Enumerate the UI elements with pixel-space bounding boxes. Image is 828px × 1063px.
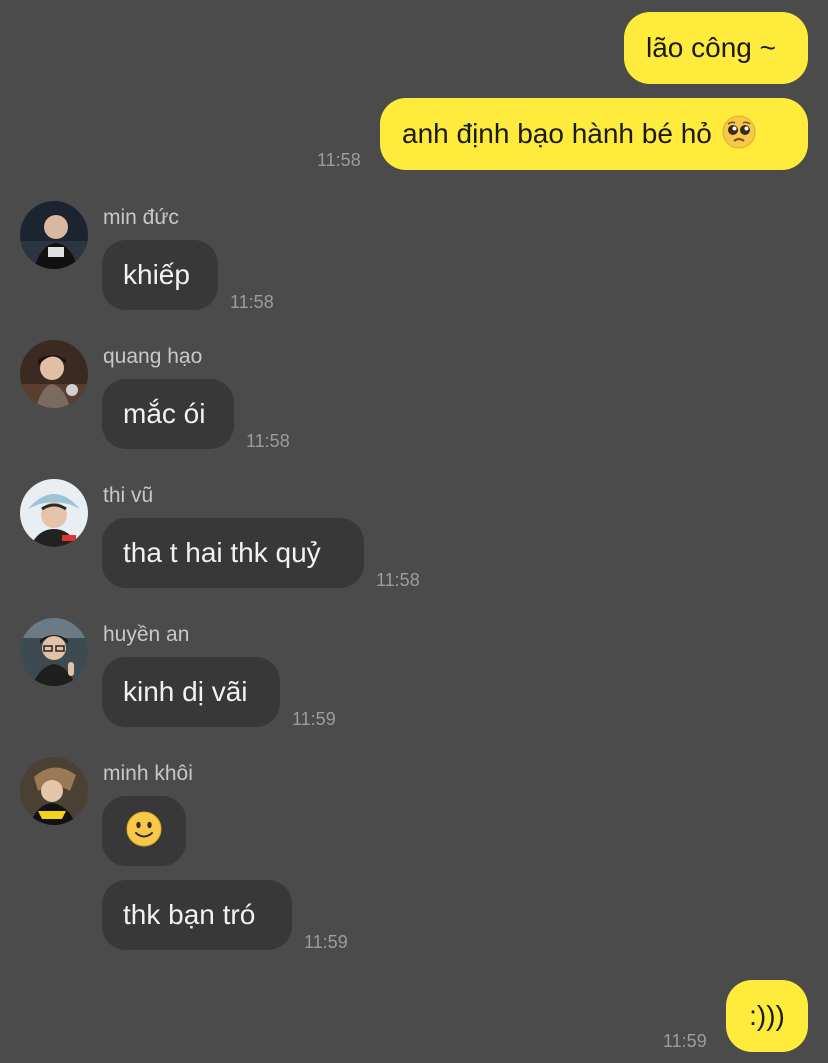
timestamp: 11:58 bbox=[230, 292, 274, 312]
message-text: lão công ~ bbox=[646, 32, 776, 63]
timestamp: 11:59 bbox=[292, 709, 336, 729]
incoming-message[interactable] bbox=[102, 796, 186, 866]
message-text: :))) bbox=[749, 1000, 785, 1031]
outgoing-message[interactable]: anh định bạo hành bé hỏ bbox=[380, 98, 808, 170]
message-text: thk bạn tró bbox=[123, 899, 256, 930]
incoming-message[interactable]: khiếp bbox=[102, 240, 218, 310]
message-text: mắc ói bbox=[123, 398, 206, 429]
avatar[interactable] bbox=[20, 618, 88, 686]
message-text: anh định bạo hành bé hỏ bbox=[402, 118, 712, 149]
outgoing-message[interactable]: :))) bbox=[726, 980, 808, 1052]
incoming-message[interactable]: thk bạn tró bbox=[102, 880, 292, 950]
message-text: kinh dị vãi bbox=[123, 676, 248, 707]
incoming-message[interactable]: mắc ói bbox=[102, 379, 234, 449]
sender-name: thi vũ bbox=[103, 484, 154, 507]
sender-name: quang hạo bbox=[103, 345, 203, 368]
sender-name: minh khôi bbox=[103, 762, 193, 785]
message-text: tha t hai thk quỷ bbox=[123, 537, 321, 568]
chat-view: lão công ~ anh định bạo hành bé hỏ 11:58 bbox=[0, 0, 828, 1063]
timestamp: 11:58 bbox=[376, 570, 420, 590]
avatar[interactable] bbox=[20, 757, 88, 825]
outgoing-message[interactable]: lão công ~ bbox=[624, 12, 808, 84]
sender-name: huyền an bbox=[103, 623, 190, 646]
timestamp: 11:59 bbox=[663, 1031, 707, 1051]
timestamp: 11:58 bbox=[317, 150, 361, 170]
avatar[interactable] bbox=[20, 201, 88, 269]
pleading-face-icon bbox=[722, 115, 756, 154]
sender-name: min đức bbox=[103, 206, 179, 229]
avatar[interactable] bbox=[20, 479, 88, 547]
slightly-smiling-face-icon bbox=[126, 811, 162, 852]
incoming-message[interactable]: kinh dị vãi bbox=[102, 657, 280, 727]
message-text: khiếp bbox=[123, 259, 190, 290]
timestamp: 11:59 bbox=[304, 932, 348, 952]
avatar[interactable] bbox=[20, 340, 88, 408]
incoming-message[interactable]: tha t hai thk quỷ bbox=[102, 518, 364, 588]
timestamp: 11:58 bbox=[246, 431, 290, 451]
